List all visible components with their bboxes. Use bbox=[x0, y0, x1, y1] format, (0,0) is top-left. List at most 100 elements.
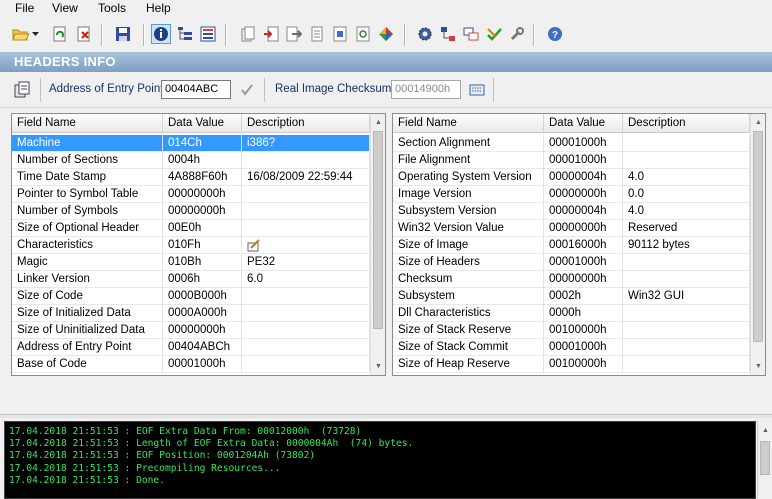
tree-view-icon[interactable] bbox=[176, 25, 194, 43]
edit-characteristics-icon[interactable] bbox=[247, 239, 261, 252]
table-row[interactable]: Magic 010Bh PE32 bbox=[12, 254, 370, 271]
table-row[interactable]: Address of Entry Point 00404ABCh bbox=[12, 339, 370, 356]
copy-page-icon[interactable] bbox=[239, 25, 257, 43]
data-value-cell: 0000h bbox=[544, 305, 623, 322]
table-row[interactable]: Operating System Version 00000004h 4.0 bbox=[393, 169, 750, 186]
help-icon[interactable]: ? bbox=[546, 25, 564, 43]
data-value-cell: 0006h bbox=[163, 271, 242, 288]
table-row[interactable]: Section Alignment 00001000h bbox=[393, 135, 750, 152]
column-header-field-name[interactable]: Field Name bbox=[393, 114, 544, 132]
open-folder-icon[interactable] bbox=[12, 25, 30, 43]
table-row[interactable]: Linker Version 0006h 6.0 bbox=[12, 271, 370, 288]
column-header-description[interactable]: Description bbox=[623, 114, 750, 132]
table-row[interactable]: Size of Initialized Data 0000A000h bbox=[12, 305, 370, 322]
data-value-cell: 00000000h bbox=[163, 186, 242, 203]
splitter[interactable] bbox=[0, 414, 772, 418]
table-row[interactable]: Win32 Version Value 00000000h Reserved bbox=[393, 220, 750, 237]
table-row[interactable]: Checksum 00000000h bbox=[393, 271, 750, 288]
log-scroll-thumb[interactable] bbox=[760, 441, 770, 475]
description-cell bbox=[242, 339, 370, 356]
description-cell bbox=[623, 339, 750, 356]
data-value-cell: 00000000h bbox=[163, 322, 242, 339]
right-scroll-thumb[interactable] bbox=[753, 131, 763, 342]
menu-tools[interactable]: Tools bbox=[98, 1, 126, 15]
chevron-down-icon[interactable] bbox=[31, 25, 41, 43]
field-name-cell: Win32 Version Value bbox=[393, 220, 544, 237]
table-row[interactable]: Subsystem Version 00000004h 4.0 bbox=[393, 203, 750, 220]
table-row[interactable]: Size of Heap Reserve 00100000h bbox=[393, 356, 750, 373]
column-header-description[interactable]: Description bbox=[242, 114, 370, 132]
field-name-cell: Characteristics bbox=[12, 237, 163, 254]
field-name-cell: Operating System Version bbox=[393, 169, 544, 186]
left-scrollbar[interactable]: ▲ ▼ bbox=[370, 114, 385, 375]
table-row[interactable]: Size of Stack Commit 00001000h bbox=[393, 339, 750, 356]
color-diamond-icon[interactable] bbox=[377, 25, 395, 43]
column-header-data-value[interactable]: Data Value bbox=[163, 114, 242, 132]
description-cell bbox=[623, 271, 750, 288]
save-icon[interactable] bbox=[114, 25, 132, 43]
column-header-data-value[interactable]: Data Value bbox=[544, 114, 623, 132]
table-row[interactable]: Image Version 00000000h 0.0 bbox=[393, 186, 750, 203]
wrench-icon[interactable] bbox=[508, 25, 526, 43]
check-icon[interactable] bbox=[240, 83, 254, 97]
data-value-cell: 00016000h bbox=[544, 237, 623, 254]
data-value-cell: 014Ch bbox=[163, 135, 242, 152]
gear-icon[interactable] bbox=[416, 25, 434, 43]
table-row[interactable]: Size of Uninitialized Data 00000000h bbox=[12, 322, 370, 339]
windows-icon[interactable] bbox=[462, 25, 480, 43]
recycle-icon[interactable] bbox=[354, 25, 372, 43]
table-row[interactable]: Size of Optional Header 00E0h bbox=[12, 220, 370, 237]
data-value-cell: 00404ABCh bbox=[163, 339, 242, 356]
document-icon[interactable] bbox=[308, 25, 326, 43]
data-value-cell: 00001000h bbox=[544, 135, 623, 152]
menu-help[interactable]: Help bbox=[146, 1, 171, 15]
menu-view[interactable]: View bbox=[52, 1, 78, 15]
log-line: 17.04.2018 21:51:53 : Precompiling Resou… bbox=[9, 462, 281, 474]
data-value-cell: 4A888F60h bbox=[163, 169, 242, 186]
log-line: 17.04.2018 21:51:53 : Done. bbox=[9, 474, 165, 486]
menu-file[interactable]: File bbox=[15, 1, 34, 15]
field-name-cell: Address of Entry Point bbox=[12, 339, 163, 356]
list-view-icon[interactable] bbox=[199, 25, 217, 43]
refresh-icon[interactable] bbox=[51, 25, 69, 43]
copy-icon[interactable] bbox=[13, 81, 31, 99]
close-file-icon[interactable] bbox=[75, 25, 93, 43]
table-row[interactable]: Machine 014Ch i386? bbox=[12, 135, 370, 152]
entry-point-input[interactable]: 00404ABC bbox=[161, 80, 231, 99]
calculator-icon[interactable] bbox=[469, 83, 485, 97]
export-icon[interactable] bbox=[285, 25, 303, 43]
checksum-input[interactable]: 00014900h bbox=[391, 80, 461, 99]
info-icon[interactable] bbox=[151, 24, 171, 44]
table-row[interactable]: Number of Symbols 00000000h bbox=[12, 203, 370, 220]
table-row[interactable]: Characteristics 010Fh bbox=[12, 237, 370, 254]
table-row[interactable]: Size of Image 00016000h 90112 bytes bbox=[393, 237, 750, 254]
description-cell bbox=[242, 322, 370, 339]
table-row[interactable]: Pointer to Symbol Table 00000000h bbox=[12, 186, 370, 203]
import-icon[interactable] bbox=[262, 25, 280, 43]
table-row[interactable]: Size of Code 0000B000h bbox=[12, 288, 370, 305]
field-name-cell: Linker Version bbox=[12, 271, 163, 288]
data-value-cell: 0000A000h bbox=[163, 305, 242, 322]
table-row[interactable]: Time Date Stamp 4A888F60h 16/08/2009 22:59… bbox=[12, 169, 370, 186]
field-name-cell: Size of Optional Header bbox=[12, 220, 163, 237]
table-row[interactable]: Size of Headers 00001000h bbox=[393, 254, 750, 271]
hierarchy-icon[interactable] bbox=[439, 25, 457, 43]
table-row[interactable]: File Alignment 00001000h bbox=[393, 152, 750, 169]
log-scrollbar[interactable]: ▲ bbox=[757, 421, 772, 499]
checksum-label: Real Image Checksum: bbox=[275, 83, 395, 95]
left-headers-grid: Field Name Data Value Description Machin… bbox=[11, 113, 386, 376]
table-row[interactable]: Size of Stack Reserve 00100000h bbox=[393, 322, 750, 339]
table-row[interactable]: Number of Sections 0004h bbox=[12, 152, 370, 169]
column-header-field-name[interactable]: Field Name bbox=[12, 114, 163, 132]
table-row[interactable]: Base of Code 00001000h bbox=[12, 356, 370, 373]
table-row[interactable]: Dll Characteristics 0000h bbox=[393, 305, 750, 322]
right-scrollbar[interactable]: ▲ ▼ bbox=[750, 114, 765, 375]
data-value-cell: 00E0h bbox=[163, 220, 242, 237]
menu-bar: File View Tools Help bbox=[0, 0, 772, 18]
table-row[interactable]: Subsystem 0002h Win32 GUI bbox=[393, 288, 750, 305]
tools-check-icon[interactable] bbox=[485, 25, 503, 43]
log-line: 17.04.2018 21:51:53 : EOF Position: 0001… bbox=[9, 450, 316, 462]
data-value-cell: 00000000h bbox=[544, 220, 623, 237]
properties-icon[interactable] bbox=[331, 25, 349, 43]
left-scroll-thumb[interactable] bbox=[373, 131, 383, 329]
